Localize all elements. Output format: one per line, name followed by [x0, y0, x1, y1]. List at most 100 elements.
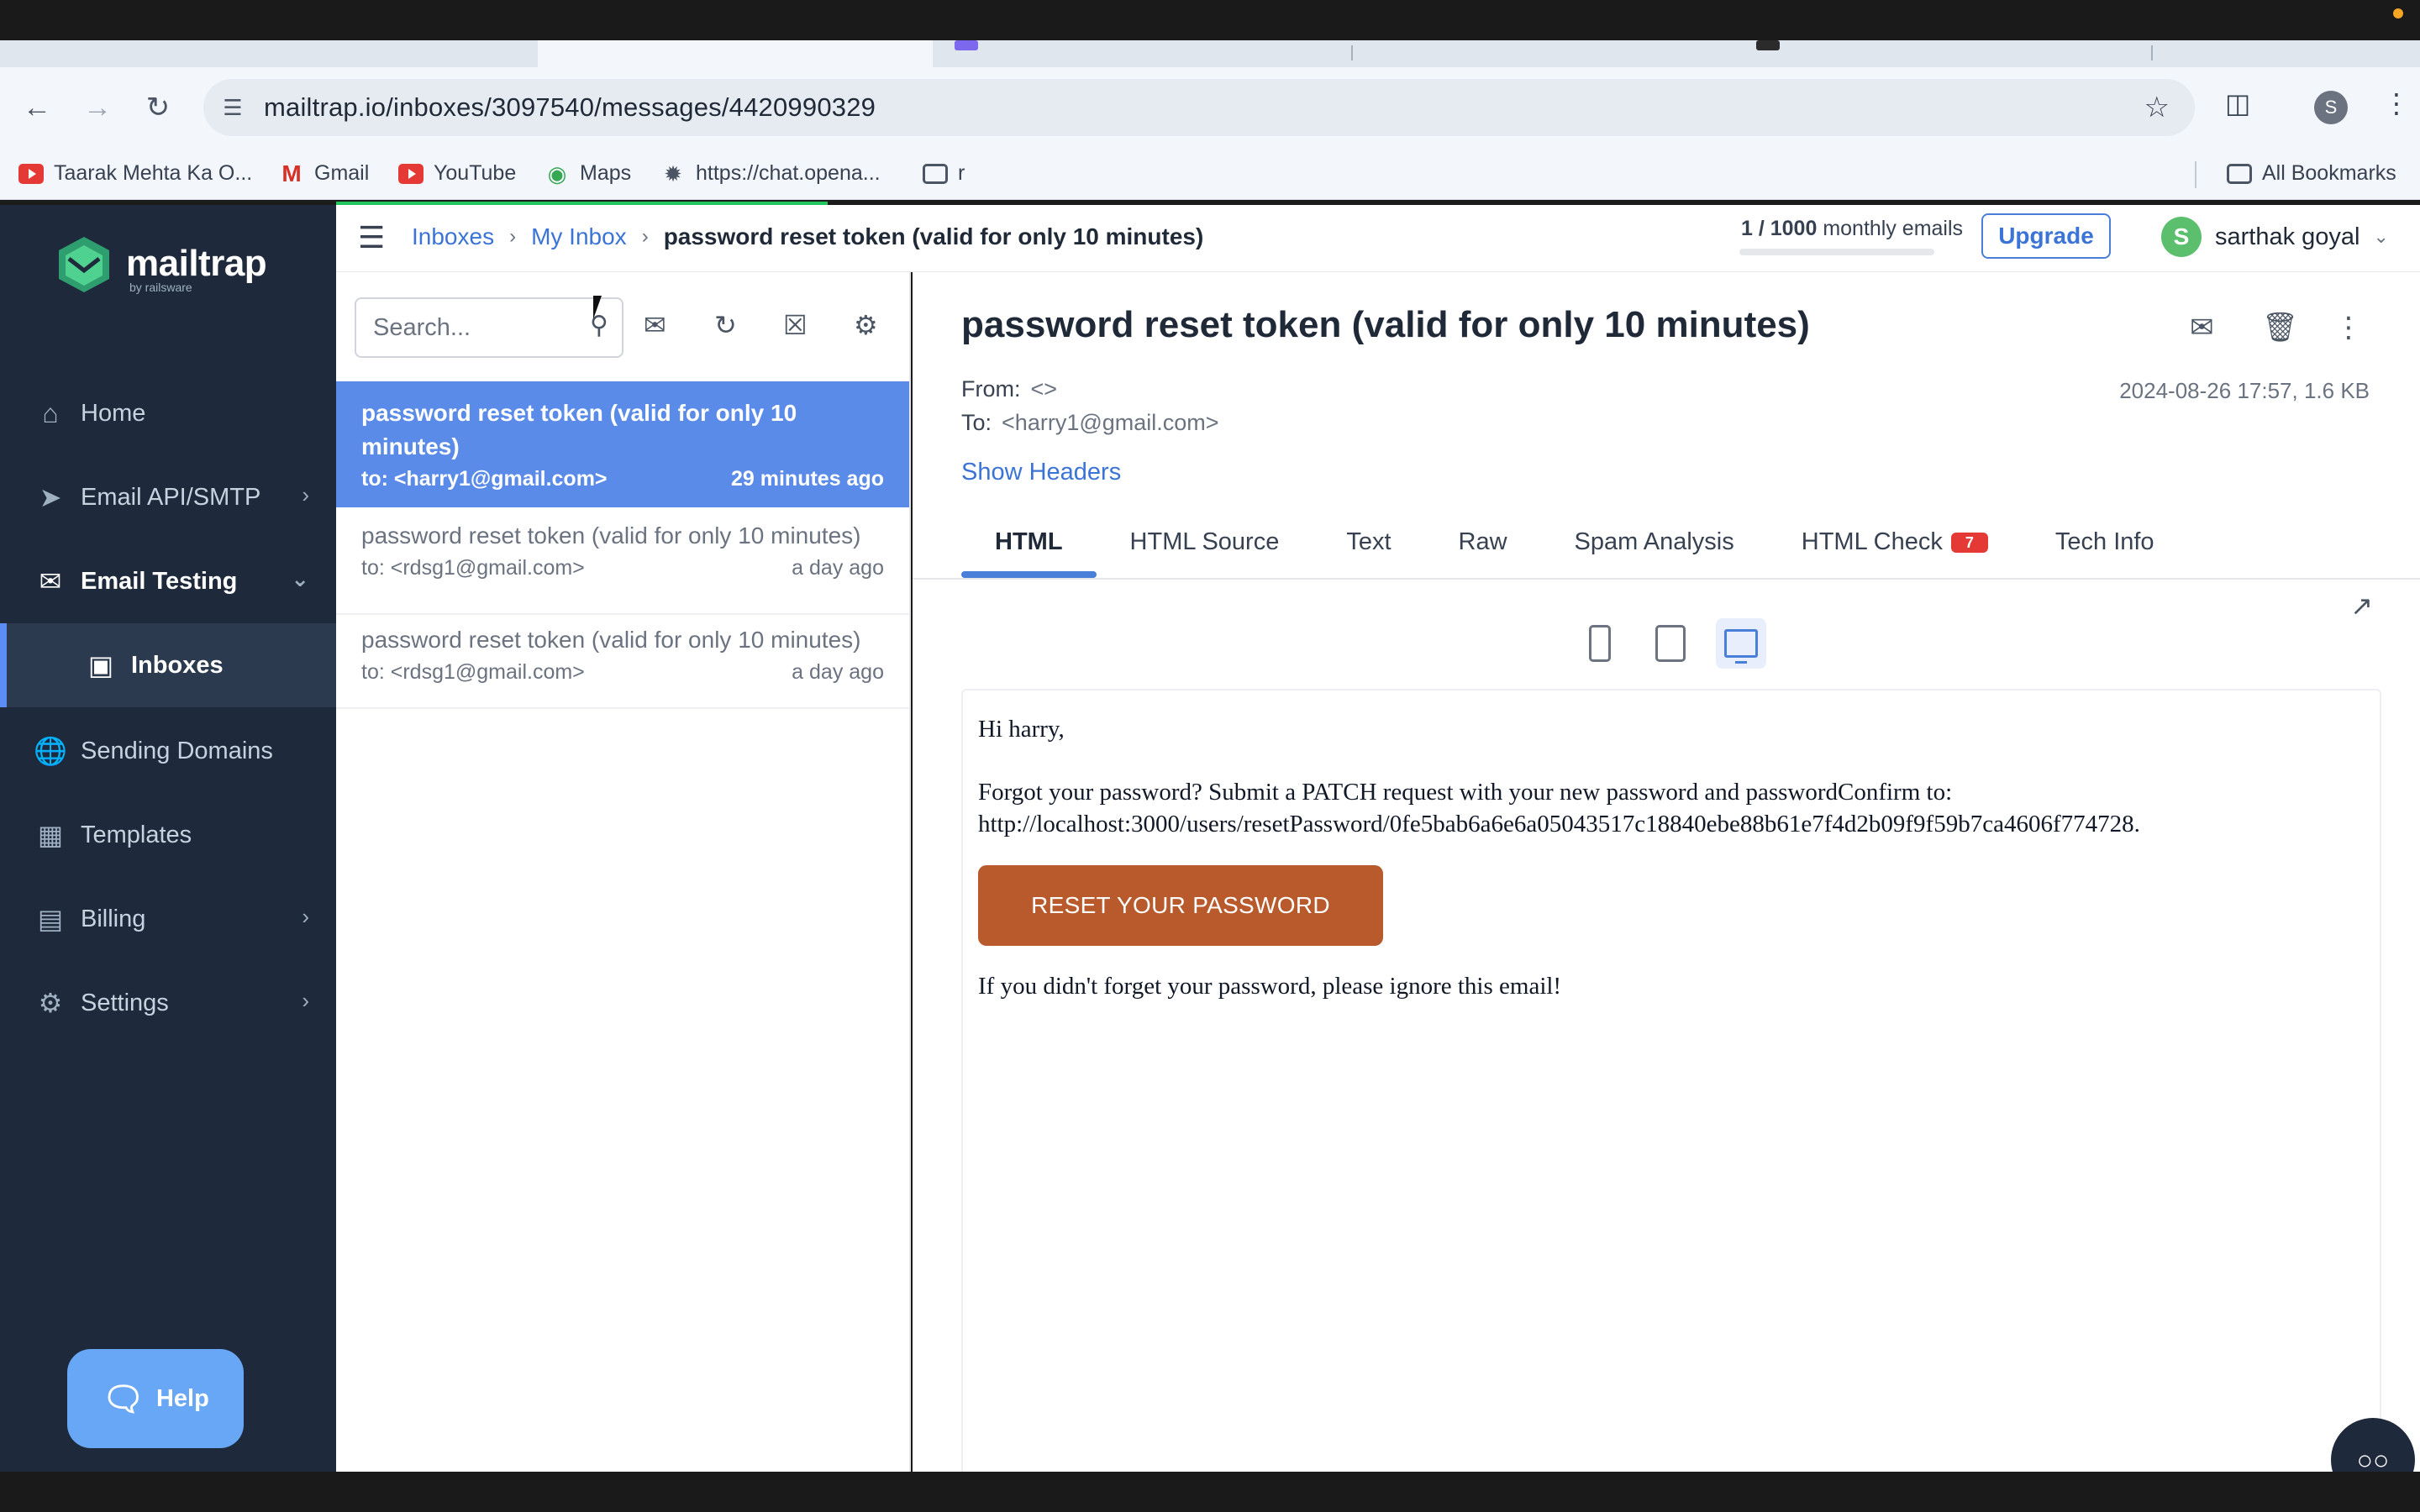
list-item-subject: password reset token (valid for only 10 …: [361, 522, 861, 549]
list-divider: [336, 707, 909, 709]
mail-check-icon: ✉: [39, 566, 62, 596]
site-info-icon[interactable]: ☰: [218, 93, 247, 122]
inbox-settings-gear-icon[interactable]: ⚙: [854, 309, 878, 341]
forward-icon[interactable]: →: [77, 87, 118, 128]
hamburger-menu-icon[interactable]: ☰: [358, 220, 385, 255]
forward-mail-icon[interactable]: ✉: [2190, 311, 2214, 344]
reload-icon[interactable]: ↻: [138, 87, 178, 128]
sidebar-item-label: Sending Domains: [81, 737, 273, 764]
refresh-icon[interactable]: ↻: [714, 309, 737, 341]
list-item[interactable]: password reset token (valid for only 10 …: [336, 519, 909, 612]
tab-text[interactable]: Text: [1313, 509, 1424, 578]
chevron-right-icon: ›: [302, 988, 309, 1013]
list-item-recipient: to: <rdsg1@gmail.com>: [361, 556, 585, 580]
user-menu[interactable]: S sarthak goyal ⌄: [2161, 217, 2389, 257]
sidebar-item-inboxes[interactable]: ▣ Inboxes: [0, 623, 336, 707]
sidebar-item-email-testing[interactable]: ✉ Email Testing ⌄: [0, 548, 336, 615]
breadcrumb-inboxes[interactable]: Inboxes: [412, 223, 494, 250]
tablet-view-icon[interactable]: [1645, 618, 1696, 669]
chevron-right-icon: ›: [302, 904, 309, 929]
browser-tab-favicon[interactable]: [955, 40, 978, 50]
bookmark-item[interactable]: ✹ https://chat.opena...: [660, 161, 881, 186]
profile-avatar[interactable]: S: [2314, 91, 2348, 124]
breadcrumb-my-inbox[interactable]: My Inbox: [531, 223, 627, 250]
bookmark-item[interactable]: r: [923, 161, 965, 186]
mobile-view-icon[interactable]: [1575, 618, 1625, 669]
bookmarks-divider: [2195, 161, 2196, 188]
sidebar-item-label: Settings: [81, 989, 169, 1016]
tab-spam-analysis[interactable]: Spam Analysis: [1541, 509, 1768, 578]
trash-icon[interactable]: 🗑: [2262, 311, 2298, 344]
list-item-subject: password reset token (valid for only 10 …: [361, 400, 797, 459]
message-tabs: HTML HTML Source Text Raw Spam Analysis …: [961, 509, 2188, 578]
tablet-shape: [1655, 625, 1686, 662]
tab-html-check[interactable]: HTML Check 7: [1768, 509, 2022, 578]
email-paragraph[interactable]: Forgot your password? Submit a PATCH req…: [978, 776, 2373, 840]
email-paragraph: If you didn't forget your password, plea…: [978, 973, 1562, 1000]
globe-icon: 🌐: [34, 736, 67, 766]
reset-password-button[interactable]: RESET YOUR PASSWORD: [978, 865, 1383, 946]
clean-inbox-icon[interactable]: ☒: [783, 309, 808, 341]
url-text[interactable]: mailtrap.io/inboxes/3097540/messages/442…: [264, 92, 876, 123]
bookmark-item[interactable]: ◉ Maps: [544, 161, 631, 186]
gmail-icon: M: [281, 160, 302, 186]
sidebar-item-templates[interactable]: ▦ Templates: [0, 801, 336, 869]
tab-raw[interactable]: Raw: [1425, 509, 1541, 578]
browser-tab-active[interactable]: [538, 40, 933, 67]
browser-tab-favicon[interactable]: [1756, 40, 1780, 50]
message-date-size: 2024-08-26 17:57, 1.6 KB: [2119, 378, 2370, 403]
bookmark-item[interactable]: YouTube: [398, 161, 516, 186]
sidebar-item-billing[interactable]: ▤ Billing ›: [0, 885, 336, 953]
breadcrumb-separator-icon: ›: [509, 225, 517, 248]
maps-icon: ◉: [547, 160, 567, 186]
mailtrap-logo[interactable]: mailtrap by railsware: [54, 234, 267, 294]
message-detail-panel: password reset token (valid for only 10 …: [913, 272, 2420, 1487]
extensions-icon[interactable]: ◫: [2225, 87, 2250, 119]
list-item[interactable]: password reset token (valid for only 10 …: [336, 613, 909, 706]
chevron-right-icon: ›: [302, 482, 309, 507]
show-headers-link[interactable]: Show Headers: [961, 459, 1121, 486]
help-label: Help: [155, 1384, 209, 1412]
youtube-icon: [398, 163, 424, 184]
email-html-preview: Hi harry, Forgot your password? Submit a…: [961, 689, 2381, 1487]
bookmarks-bar: Taarak Mehta Ka O... M Gmail YouTube ◉ Map…: [0, 148, 2420, 200]
sidebar-item-sending-domains[interactable]: 🌐 Sending Domains: [0, 717, 336, 785]
search-box[interactable]: ⚲: [355, 297, 623, 358]
open-external-icon[interactable]: ↗: [2350, 590, 2373, 622]
status-dot: [2393, 8, 2403, 18]
address-bar[interactable]: ☰ mailtrap.io/inboxes/3097540/messages/4…: [203, 79, 2195, 136]
search-input[interactable]: [373, 314, 566, 342]
bookmark-item[interactable]: M Gmail: [279, 161, 369, 186]
from-value: <>: [1030, 376, 1058, 402]
main-header: ☰ Inboxes › My Inbox › password reset to…: [336, 205, 2420, 272]
sidebar-item-home[interactable]: ⌂ Home: [0, 380, 336, 447]
to-label: To:: [961, 410, 992, 435]
sidebar-item-label: Billing: [81, 905, 146, 932]
mark-read-icon[interactable]: ✉: [644, 309, 666, 341]
sidebar-item-label: Home: [81, 399, 146, 427]
help-button[interactable]: 🗨 Help: [67, 1349, 244, 1448]
inbox-icon: ▣: [87, 650, 114, 680]
upgrade-button[interactable]: Upgrade: [1981, 213, 2111, 259]
bookmark-item[interactable]: Taarak Mehta Ka O...: [18, 161, 252, 186]
message-list-panel: ⚲ ✉ ↻ ☒ ⚙ password reset token (valid fo…: [336, 272, 911, 1472]
bookmark-star-icon[interactable]: ☆: [2144, 91, 2170, 124]
tab-separator: [2151, 45, 2153, 60]
list-item[interactable]: password reset token (valid for only 10 …: [336, 381, 909, 507]
list-item-subject: password reset token (valid for only 10 …: [361, 627, 861, 653]
desktop-view-icon[interactable]: [1716, 618, 1766, 669]
gear-icon: ⚙: [38, 988, 63, 1018]
tab-tech-info[interactable]: Tech Info: [2022, 509, 2188, 578]
browser-menu-icon[interactable]: ⋮: [2383, 87, 2410, 119]
sidebar-item-email-api[interactable]: ➤ Email API/SMTP ›: [0, 464, 336, 531]
more-options-icon[interactable]: ⋮: [2334, 311, 2363, 344]
sidebar-item-label: Email API/SMTP: [81, 483, 261, 511]
usage-progress-bar: [1739, 249, 1934, 255]
all-bookmarks[interactable]: All Bookmarks: [2227, 161, 2396, 186]
tab-html[interactable]: HTML: [961, 509, 1097, 578]
tab-html-source[interactable]: HTML Source: [1097, 509, 1313, 578]
sidebar-item-settings[interactable]: ⚙ Settings ›: [0, 969, 336, 1037]
bookmark-label: https://chat.opena...: [696, 161, 881, 185]
back-icon[interactable]: ←: [17, 87, 57, 128]
mouse-cursor-icon: [593, 296, 610, 319]
